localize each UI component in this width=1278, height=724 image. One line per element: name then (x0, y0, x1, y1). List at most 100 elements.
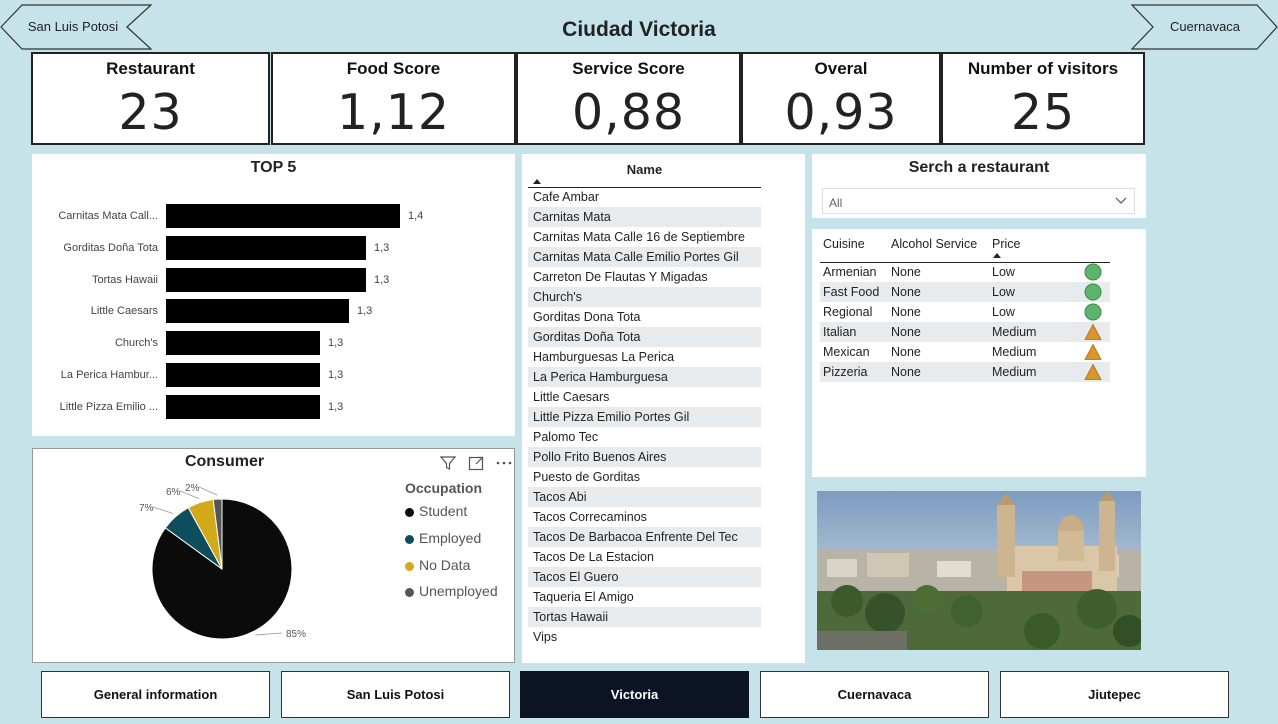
name-header-label: Name (626, 162, 663, 177)
header-cuisine[interactable]: Cuisine (823, 237, 865, 251)
bar-category-label: Church's (114, 337, 158, 349)
bar-category-label: La Perica Hambur... (60, 369, 158, 381)
header-alcohol[interactable]: Alcohol Service (891, 237, 977, 251)
table-row[interactable]: Fast Food None Low (820, 282, 1110, 302)
pie-leader-line (198, 486, 218, 496)
bar[interactable] (166, 268, 366, 292)
list-item[interactable]: Carnitas Mata Calle Emilio Portes Gil (528, 247, 761, 267)
bar[interactable] (166, 395, 320, 419)
list-item[interactable]: Carnitas Mata (528, 207, 761, 227)
kpi-value: 0,88 (571, 84, 686, 141)
bar-category-label: Gorditas Doña Tota (63, 242, 158, 254)
list-item[interactable]: Church's (528, 287, 761, 307)
legend-item-student[interactable]: Student (405, 503, 467, 519)
list-item[interactable]: Cafe Ambar (528, 187, 761, 207)
table-row[interactable]: Pizzeria None Medium (820, 362, 1110, 382)
warning-triangle-icon (1084, 343, 1102, 361)
legend-label: Student (419, 503, 468, 519)
list-item[interactable]: Tacos Abi (528, 487, 761, 507)
legend-label: No Data (419, 557, 471, 573)
legend-item-employed[interactable]: Employed (405, 530, 481, 546)
list-item[interactable]: Tacos De Barbacoa Enfrente Del Tec (528, 527, 761, 547)
table-row[interactable]: Italian None Medium (820, 322, 1110, 342)
list-item[interactable]: Tacos El Guero (528, 567, 761, 587)
restaurant-dropdown[interactable]: All (822, 188, 1135, 214)
cell-cuisine: Pizzeria (823, 365, 868, 379)
list-item[interactable]: La Perica Hamburguesa (528, 367, 761, 387)
bar[interactable] (166, 363, 320, 387)
list-item[interactable]: Tacos Correcaminos (528, 507, 761, 527)
cell-alcohol: None (891, 345, 921, 359)
list-item[interactable]: Little Caesars (528, 387, 761, 407)
bar-value-label: 1,3 (328, 369, 344, 381)
legend-dot (405, 561, 414, 571)
table-row[interactable]: Armenian None Low (820, 262, 1110, 282)
list-item[interactable]: Hamburguesas La Perica (528, 347, 761, 367)
cell-cuisine: Regional (823, 305, 873, 319)
tab-general-information[interactable]: General information (41, 671, 270, 718)
kpi-label: Restaurant (106, 59, 195, 78)
legend-item-no-data[interactable]: No Data (405, 557, 470, 573)
bar-value-label: 1,4 (408, 210, 424, 222)
restaurant-list: Cafe Ambar Carnitas Mata Carnitas Mata Cal… (528, 187, 761, 647)
list-item[interactable]: Carnitas Mata Calle 16 de Septiembre (528, 227, 761, 247)
cell-cuisine: Fast Food (823, 285, 880, 299)
cell-price: Medium (992, 365, 1037, 379)
table-row[interactable]: Regional None Low (820, 302, 1110, 322)
bar[interactable] (166, 299, 349, 323)
kpi-service-score: Service Score 0,88 (516, 52, 741, 145)
cell-alcohol: None (891, 305, 921, 319)
cell-alcohol: None (891, 265, 921, 279)
list-item[interactable]: Little Pizza Emilio Portes Gil (528, 407, 761, 427)
list-item[interactable]: Carreton De Flautas Y Migadas (528, 267, 761, 287)
pie-leader-line (255, 632, 283, 636)
table-row[interactable]: Mexican None Medium (820, 342, 1110, 362)
header-price[interactable]: Price (992, 237, 1020, 251)
warning-triangle-icon (1084, 363, 1102, 381)
sort-ascending-icon (993, 253, 1001, 258)
legend-item-unemployed[interactable]: Unemployed (405, 583, 498, 599)
sort-ascending-icon (533, 179, 541, 184)
list-item[interactable]: Vips (528, 627, 761, 647)
legend-label: Employed (419, 530, 482, 546)
kpi-label: Food Score (346, 59, 441, 78)
list-item[interactable]: Puesto de Gorditas (528, 467, 761, 487)
list-item[interactable]: Tacos De La Estacion (528, 547, 761, 567)
list-item[interactable]: Gorditas Dona Tota (528, 307, 761, 327)
search-panel: Serch a restaurant All (812, 154, 1146, 218)
cell-cuisine: Armenian (823, 265, 877, 279)
page-title: Ciudad Victoria (562, 18, 716, 41)
pie-value-label: 7% (139, 503, 154, 514)
next-city-button[interactable]: Cuernavaca (1131, 4, 1278, 50)
kpi-value: 1,12 (336, 84, 451, 141)
table-header: Cuisine Alcohol Service Price (820, 229, 1110, 263)
bar[interactable] (166, 331, 320, 355)
list-column-header[interactable]: Name (528, 158, 761, 188)
list-item[interactable]: Tortas Hawaii (528, 607, 761, 627)
cathedral-image (817, 491, 1141, 650)
kpi-value: 25 (1010, 84, 1076, 141)
list-item[interactable]: Pollo Frito Buenos Aires (528, 447, 761, 467)
bar[interactable] (166, 204, 400, 228)
cell-price: Low (992, 285, 1015, 299)
bar[interactable] (166, 236, 366, 260)
bar-value-label: 1,3 (328, 337, 344, 349)
bar-value-label: 1,3 (374, 274, 390, 286)
kpi-value: 23 (118, 84, 183, 141)
kpi-label: Service Score (572, 59, 685, 78)
kpi-restaurant: Restaurant 23 (31, 52, 270, 145)
tab-victoria[interactable]: Victoria (520, 671, 749, 718)
kpi-label: Overal (814, 59, 868, 78)
warning-triangle-icon (1084, 323, 1102, 341)
list-item[interactable]: Gorditas Doña Tota (528, 327, 761, 347)
green-circle-icon (1084, 263, 1102, 281)
list-item[interactable]: Taqueria El Amigo (528, 587, 761, 607)
dropdown-selected-value: All (829, 196, 843, 210)
tab-san-luis-potosi[interactable]: San Luis Potosi (281, 671, 510, 718)
list-item[interactable]: Palomo Tec (528, 427, 761, 447)
pie-value-label: 2% (185, 483, 200, 494)
tab-jiutepec[interactable]: Jiutepec (1000, 671, 1229, 718)
tab-cuernavaca[interactable]: Cuernavaca (760, 671, 989, 718)
restaurant-list-panel: Name Cafe Ambar Carnitas Mata Carnitas Mat… (522, 154, 805, 663)
legend-label: Unemployed (419, 583, 498, 599)
